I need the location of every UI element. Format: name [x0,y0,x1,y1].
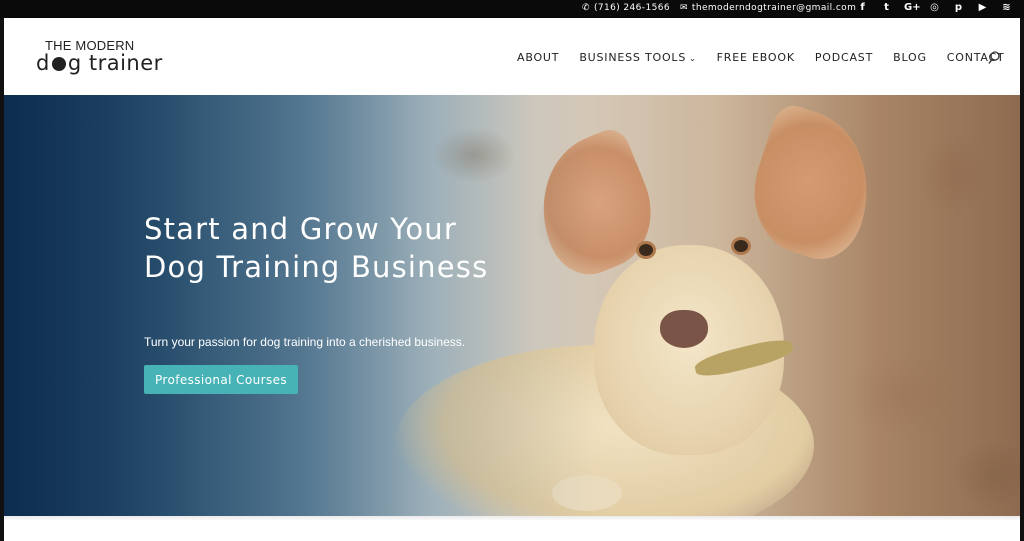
youtube-icon[interactable]: ▶ [976,2,989,13]
facebook-icon[interactable]: f [856,2,869,13]
search-icon[interactable] [988,51,1000,65]
envelope-icon: ✉ [679,3,688,13]
section-divider [4,516,1020,521]
hero-subtitle: Turn your passion for dog training into … [144,335,466,349]
contact-info: ✆ (716) 246-1566 ✉ themoderndogtrainer@g… [582,3,856,13]
site-header: THE MODERN d g trainer ABOUT BUSINESS TO… [4,18,1020,95]
hero-section: Start and Grow Your Dog Training Busines… [4,95,1020,516]
nav-blog[interactable]: BLOG [893,51,927,64]
content-section-start [4,516,1020,541]
email-address: themoderndogtrainer@gmail.com [691,3,857,13]
social-links: f t G+ ◎ p ▶ ≋ [856,2,1013,13]
phone-number: (716) 246-1566 [593,3,670,13]
instagram-icon[interactable]: ◎ [928,2,941,13]
logo-word-part1: d [36,51,50,75]
phone-link[interactable]: ✆ (716) 246-1566 [582,3,670,13]
chevron-down-icon: ⌄ [689,54,697,63]
site-logo[interactable]: THE MODERN d g trainer [36,38,163,75]
top-bar: ✆ (716) 246-1566 ✉ themoderndogtrainer@g… [0,0,1024,18]
hero-gradient-overlay [4,95,1020,516]
nav-free-ebook[interactable]: FREE EBOOK [717,51,795,64]
main-nav: ABOUT BUSINESS TOOLS ⌄ FREE EBOOK PODCAST… [517,51,1024,64]
hero-title: Start and Grow Your Dog Training Busines… [144,212,489,284]
nav-business-tools-label: BUSINESS TOOLS [579,51,687,64]
paw-icon [51,57,66,71]
google-plus-icon[interactable]: G+ [904,2,921,13]
logo-word-part2: g trainer [67,51,163,75]
professional-courses-button[interactable]: Professional Courses [144,365,298,394]
nav-business-tools[interactable]: BUSINESS TOOLS ⌄ [579,51,696,64]
rss-icon[interactable]: ≋ [1000,2,1013,13]
logo-main-text: d g trainer [36,51,163,75]
nav-podcast[interactable]: PODCAST [815,51,873,64]
pinterest-icon[interactable]: p [952,2,965,13]
twitter-icon[interactable]: t [880,2,893,13]
phone-icon: ✆ [582,3,590,13]
nav-about[interactable]: ABOUT [517,51,559,64]
email-link[interactable]: ✉ themoderndogtrainer@gmail.com [680,3,856,13]
